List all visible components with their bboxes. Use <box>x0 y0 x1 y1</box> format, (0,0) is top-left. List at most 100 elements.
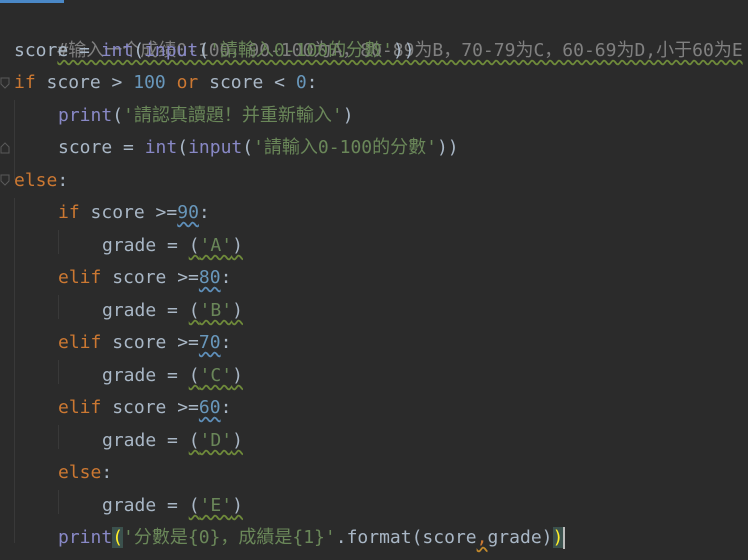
paren: )) <box>392 40 415 61</box>
assignment: grade = <box>102 300 189 321</box>
indent-guide <box>14 198 15 543</box>
assignment: grade = <box>102 430 189 451</box>
redundant-parens: ('B') <box>189 300 243 321</box>
matched-bracket-close: ) <box>552 527 564 548</box>
keyword-or: or <box>176 72 199 93</box>
number-literal: 100 <box>133 72 166 93</box>
paren: ( <box>188 235 200 256</box>
format-call: .format(score <box>335 527 477 548</box>
code-line-12[interactable]: grade = ('C') <box>102 360 243 392</box>
string-literal: '請輸入0-100的分數' <box>253 137 437 158</box>
string-literal: 'B' <box>199 300 233 321</box>
paren: ) <box>232 430 243 451</box>
code-line-16[interactable]: grade = ('E') <box>102 490 243 522</box>
code-line-10[interactable]: grade = ('B') <box>102 295 243 327</box>
identifier: score <box>14 40 69 61</box>
builtin-int: int <box>100 40 134 61</box>
number-literal: 0 <box>295 72 307 93</box>
code-editor[interactable]: #输入一个成绩0-100，90-100为A，80-89为B，70-79为C，60… <box>0 0 748 560</box>
number-literal: 80 <box>198 267 221 288</box>
string-literal: 'D' <box>199 430 233 451</box>
builtin-print: print <box>58 105 113 126</box>
text-caret <box>563 527 566 549</box>
comma-warning: , <box>476 527 488 548</box>
operator: = <box>112 137 145 158</box>
paren: ( <box>242 137 254 158</box>
paren: ( <box>177 137 189 158</box>
expression: score < <box>198 72 296 93</box>
keyword-if: if <box>14 72 36 93</box>
indent-guide <box>58 230 59 254</box>
colon: : <box>220 332 232 353</box>
expression: score >= <box>101 267 199 288</box>
paren: ( <box>188 365 200 386</box>
keyword-else: else <box>14 170 58 191</box>
paren: ( <box>112 105 124 126</box>
redundant-parens: ('A') <box>189 235 243 256</box>
code-line-13[interactable]: elif score >=60: <box>58 392 231 424</box>
expression: score >= <box>79 202 178 223</box>
paren: ( <box>188 300 200 321</box>
assignment: grade = <box>102 365 189 386</box>
paren: ) <box>232 235 243 256</box>
code-line-11[interactable]: elif score >=70: <box>58 327 231 359</box>
paren: )) <box>436 137 459 158</box>
string-literal: 'E' <box>199 495 233 516</box>
code-line-9[interactable]: elif score >=80: <box>58 262 231 294</box>
indent-guide <box>58 295 59 319</box>
fold-start-icon[interactable] <box>0 77 10 89</box>
string-literal: '分數是{0}，成績是{1}' <box>123 527 336 548</box>
paren: ) <box>232 495 243 516</box>
string-literal: '請輸入0-100的分數' <box>209 40 393 61</box>
colon: : <box>101 462 113 483</box>
code-line-14[interactable]: grade = ('D') <box>102 425 243 457</box>
code-line-4[interactable]: print('請認真讀題！并重新輸入') <box>58 100 354 132</box>
fold-end-icon[interactable] <box>0 142 10 154</box>
builtin-print: print <box>58 527 113 548</box>
keyword-elif: elif <box>58 397 102 418</box>
code-line-1[interactable]: #输入一个成绩0-100，90-100为A，80-89为B，70-79为C，60… <box>14 3 742 61</box>
colon: : <box>220 267 232 288</box>
number-literal: 60 <box>198 397 221 418</box>
argument: grade) <box>487 527 553 548</box>
builtin-input: input <box>144 40 199 61</box>
paren: ( <box>133 40 145 61</box>
builtin-input: input <box>188 137 243 158</box>
paren: ( <box>188 495 200 516</box>
keyword-elif: elif <box>58 267 102 288</box>
indent-guide <box>58 425 59 449</box>
identifier: score <box>58 137 113 158</box>
code-line-17[interactable]: print('分數是{0}，成績是{1}'.format(score,grade… <box>58 522 566 554</box>
fold-start-icon[interactable] <box>0 174 10 186</box>
colon: : <box>57 170 69 191</box>
paren: ) <box>232 365 243 386</box>
code-line-6[interactable]: else: <box>14 165 68 197</box>
assignment: grade = <box>102 495 189 516</box>
indent-guide <box>58 360 59 384</box>
keyword-elif: elif <box>58 332 102 353</box>
code-line-5[interactable]: score = int(input('請輸入0-100的分數')) <box>58 132 459 164</box>
expression: score >= <box>101 397 199 418</box>
code-line-15[interactable]: else: <box>58 457 112 489</box>
keyword-else: else <box>58 462 102 483</box>
keyword-if: if <box>58 202 80 223</box>
number-literal: 70 <box>198 332 221 353</box>
paren: ) <box>342 105 354 126</box>
redundant-parens: ('D') <box>189 430 243 451</box>
code-line-3[interactable]: if score > 100 or score < 0: <box>14 67 318 99</box>
colon: : <box>306 72 318 93</box>
matched-bracket-open: ( <box>112 527 124 548</box>
code-line-7[interactable]: if score >=90: <box>58 197 210 229</box>
redundant-parens: ('E') <box>189 495 243 516</box>
expression: score > <box>35 72 134 93</box>
code-line-8[interactable]: grade = ('A') <box>102 230 243 262</box>
assignment: grade = <box>102 235 189 256</box>
number-literal: 90 <box>177 202 199 223</box>
code-line-2[interactable]: score = int(input('請輸入0-100的分數')) <box>14 35 415 67</box>
paren: ( <box>188 430 200 451</box>
string-literal: 'C' <box>199 365 233 386</box>
colon: : <box>198 202 210 223</box>
expression: score >= <box>101 332 199 353</box>
indent-guide <box>58 490 59 514</box>
redundant-parens: ('C') <box>189 365 243 386</box>
